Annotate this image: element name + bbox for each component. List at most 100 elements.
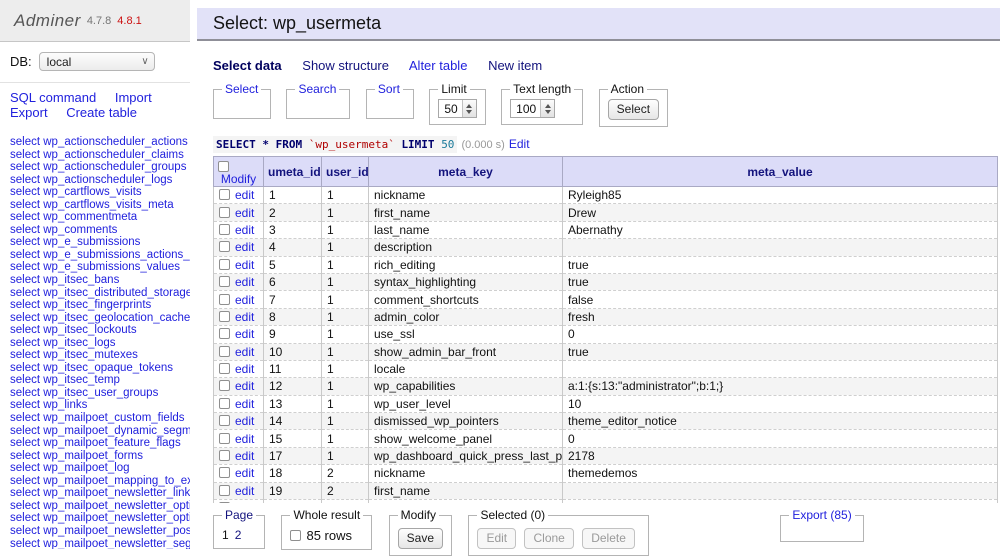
- table-select-link[interactable]: select: [10, 136, 40, 148]
- table-select-link[interactable]: select: [10, 174, 40, 186]
- table-select-link[interactable]: select: [10, 425, 40, 437]
- table-select-link[interactable]: select: [10, 324, 40, 336]
- table-name-link[interactable]: wp_itsec_bans: [43, 274, 119, 286]
- import-link[interactable]: Import: [115, 90, 152, 105]
- col-umeta-id-link[interactable]: umeta_id: [268, 165, 321, 179]
- page-legend-link[interactable]: Page: [225, 508, 253, 522]
- table-select-link[interactable]: select: [10, 161, 40, 173]
- row-checkbox[interactable]: [219, 207, 230, 218]
- table-select-link[interactable]: select: [10, 337, 40, 349]
- row-edit-link[interactable]: edit: [235, 466, 254, 480]
- table-name-link[interactable]: wp_cartflows_visits_meta: [43, 199, 173, 211]
- table-name-link[interactable]: wp_itsec_mutexes: [43, 349, 138, 361]
- table-select-link[interactable]: select: [10, 287, 40, 299]
- table-name-link[interactable]: wp_actionscheduler_claims: [43, 149, 184, 161]
- text-length-stepper[interactable]: [540, 100, 554, 117]
- table-name-link[interactable]: wp_mailpoet_newsletter_segments: [43, 538, 190, 550]
- table-name-link[interactable]: wp_commentmeta: [43, 211, 137, 223]
- col-meta-key-link[interactable]: meta_key: [438, 165, 493, 179]
- table-select-link[interactable]: select: [10, 387, 40, 399]
- row-checkbox[interactable]: [219, 189, 230, 200]
- table-select-link[interactable]: select: [10, 186, 40, 198]
- table-name-link[interactable]: wp_mailpoet_feature_flags: [43, 437, 180, 449]
- row-edit-link[interactable]: edit: [235, 223, 254, 237]
- delete-selected-button[interactable]: Delete: [582, 528, 635, 549]
- row-checkbox[interactable]: [219, 346, 230, 357]
- row-checkbox[interactable]: [219, 433, 230, 444]
- export-link[interactable]: Export: [10, 105, 48, 120]
- table-select-link[interactable]: select: [10, 462, 40, 474]
- row-edit-link[interactable]: edit: [235, 188, 254, 202]
- table-name-link[interactable]: wp_comments: [43, 224, 117, 236]
- table-name-link[interactable]: wp_mailpoet_newsletter_links: [43, 487, 190, 499]
- row-checkbox[interactable]: [219, 485, 230, 496]
- table-select-link[interactable]: select: [10, 236, 40, 248]
- table-select-link[interactable]: select: [10, 274, 40, 286]
- limit-input[interactable]: 50: [438, 99, 476, 118]
- row-edit-link[interactable]: edit: [235, 432, 254, 446]
- col-meta-value-link[interactable]: meta_value: [747, 165, 812, 179]
- row-edit-link[interactable]: edit: [235, 362, 254, 376]
- tab-select-data[interactable]: Select data: [213, 58, 282, 73]
- sort-legend-link[interactable]: Sort: [378, 82, 400, 96]
- text-length-input[interactable]: 100: [510, 99, 555, 118]
- action-select-button[interactable]: Select: [608, 99, 659, 120]
- row-checkbox[interactable]: [219, 380, 230, 391]
- table-name-link[interactable]: wp_mailpoet_dynamic_segment_filters: [43, 425, 190, 437]
- table-name-link[interactable]: wp_mailpoet_newsletter_option_fields: [43, 512, 190, 524]
- create-table-link[interactable]: Create table: [66, 105, 137, 120]
- update-version-link[interactable]: 4.8.1: [117, 15, 141, 27]
- select-all-checkbox[interactable]: [218, 161, 229, 172]
- row-edit-link[interactable]: edit: [235, 293, 254, 307]
- table-name-link[interactable]: wp_itsec_logs: [43, 337, 115, 349]
- row-edit-link[interactable]: edit: [235, 345, 254, 359]
- row-checkbox[interactable]: [219, 398, 230, 409]
- table-select-link[interactable]: select: [10, 249, 40, 261]
- table-select-link[interactable]: select: [10, 374, 40, 386]
- table-select-link[interactable]: select: [10, 437, 40, 449]
- whole-result-checkbox[interactable]: [290, 530, 301, 541]
- row-edit-link[interactable]: edit: [235, 275, 254, 289]
- row-edit-link[interactable]: edit: [235, 258, 254, 272]
- tab-new-item[interactable]: New item: [488, 58, 542, 73]
- table-select-link[interactable]: select: [10, 475, 40, 487]
- table-select-link[interactable]: select: [10, 349, 40, 361]
- table-select-link[interactable]: select: [10, 362, 40, 374]
- table-name-link[interactable]: wp_actionscheduler_logs: [43, 174, 172, 186]
- table-name-link[interactable]: wp_itsec_opaque_tokens: [43, 362, 173, 374]
- select-legend-link[interactable]: Select: [225, 82, 258, 96]
- row-checkbox[interactable]: [219, 363, 230, 374]
- sql-command-link[interactable]: SQL command: [10, 90, 96, 105]
- export-legend-link[interactable]: Export (85): [792, 508, 851, 522]
- search-legend-link[interactable]: Search: [298, 82, 336, 96]
- table-name-link[interactable]: wp_e_submissions_actions_log: [43, 249, 190, 261]
- db-select[interactable]: local ∨: [39, 52, 155, 71]
- row-checkbox[interactable]: [219, 415, 230, 426]
- table-select-link[interactable]: select: [10, 312, 40, 324]
- row-edit-link[interactable]: edit: [235, 206, 254, 220]
- sql-edit-link[interactable]: Edit: [509, 137, 530, 151]
- row-edit-link[interactable]: edit: [235, 484, 254, 498]
- table-select-link[interactable]: select: [10, 149, 40, 161]
- table-select-link[interactable]: select: [10, 412, 40, 424]
- table-select-link[interactable]: select: [10, 224, 40, 236]
- row-edit-link[interactable]: edit: [235, 397, 254, 411]
- row-edit-link[interactable]: edit: [235, 414, 254, 428]
- table-select-link[interactable]: select: [10, 399, 40, 411]
- table-name-link[interactable]: wp_e_submissions_values: [43, 261, 180, 273]
- table-select-link[interactable]: select: [10, 512, 40, 524]
- table-select-link[interactable]: select: [10, 525, 40, 537]
- col-user-id-link[interactable]: user_id: [326, 165, 369, 179]
- table-name-link[interactable]: wp_mailpoet_mapping_to_external_entities: [43, 475, 190, 487]
- table-name-link[interactable]: wp_links: [43, 399, 87, 411]
- row-checkbox[interactable]: [219, 450, 230, 461]
- table-name-link[interactable]: wp_itsec_lockouts: [43, 324, 136, 336]
- table-select-link[interactable]: select: [10, 211, 40, 223]
- table-name-link[interactable]: wp_itsec_fingerprints: [43, 299, 151, 311]
- table-select-link[interactable]: select: [10, 261, 40, 273]
- table-select-link[interactable]: select: [10, 487, 40, 499]
- row-edit-link[interactable]: edit: [235, 310, 254, 324]
- modify-header-link[interactable]: Modify: [221, 172, 256, 186]
- row-checkbox[interactable]: [219, 467, 230, 478]
- table-name-link[interactable]: wp_mailpoet_newsletter_posts: [43, 525, 190, 537]
